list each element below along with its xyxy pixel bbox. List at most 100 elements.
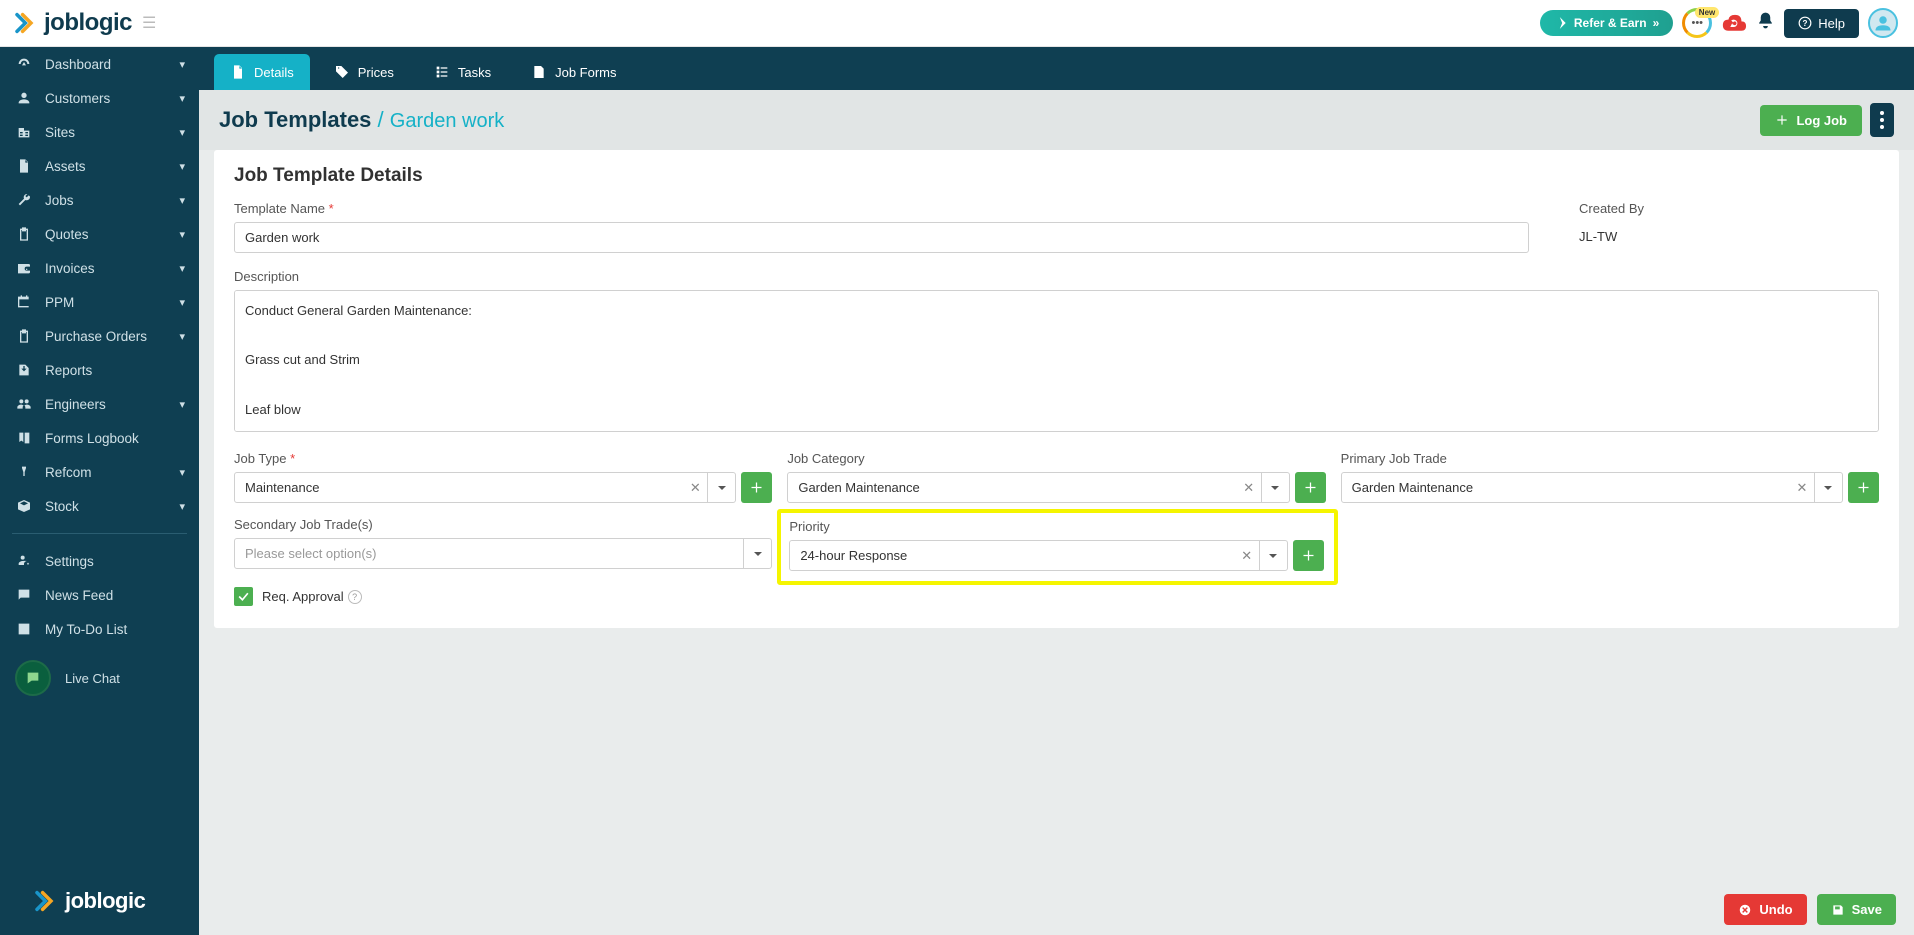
description-label: Description: [234, 269, 1879, 284]
calendar-icon: [15, 294, 33, 310]
sidebar-item-jobs[interactable]: Jobs▾: [0, 183, 199, 217]
plus-icon: [1775, 113, 1789, 127]
box-icon: [15, 498, 33, 514]
wallet-icon: [15, 260, 33, 276]
secondary-trade-dropdown-icon[interactable]: [743, 539, 771, 568]
sidebar-item-stock[interactable]: Stock▾: [0, 489, 199, 523]
primary-trade-add-button[interactable]: [1848, 472, 1879, 503]
save-icon: [1831, 903, 1845, 917]
sidebar-item-ppm[interactable]: PPM▾: [0, 285, 199, 319]
chevron-right-icon: »: [1653, 16, 1660, 30]
secondary-trade-input[interactable]: [235, 539, 743, 568]
news-icon[interactable]: ••• New: [1682, 8, 1712, 38]
primary-trade-dropdown-icon[interactable]: [1814, 473, 1842, 502]
tab-details[interactable]: Details: [214, 54, 310, 90]
nav-label: Forms Logbook: [45, 431, 139, 446]
export-icon: [15, 362, 33, 378]
job-category-input[interactable]: [788, 473, 1236, 502]
job-type-clear-icon[interactable]: ✕: [683, 473, 707, 502]
job-category-clear-icon[interactable]: ✕: [1237, 473, 1261, 502]
sidebar-item-customers[interactable]: Customers▾: [0, 81, 199, 115]
chevron-down-icon: ▾: [179, 398, 185, 411]
sidebar-item-dashboard[interactable]: Dashboard▾: [0, 47, 199, 81]
tab-job-forms[interactable]: Job Forms: [515, 54, 632, 90]
sync-icon[interactable]: [1721, 13, 1747, 33]
job-type-input[interactable]: [235, 473, 683, 502]
undo-label: Undo: [1759, 902, 1792, 917]
chevron-down-icon: ▾: [179, 92, 185, 105]
sidebar: Dashboard▾Customers▾Sites▾Assets▾Jobs▾Qu…: [0, 47, 199, 935]
priority-dropdown-icon[interactable]: [1259, 541, 1287, 570]
sidebar-item-reports[interactable]: Reports: [0, 353, 199, 387]
refer-label: Refer & Earn: [1574, 16, 1647, 30]
chevron-down-icon: ▾: [179, 58, 185, 71]
sidebar-item-news-feed[interactable]: News Feed: [0, 578, 199, 612]
nav-label: Quotes: [45, 227, 89, 242]
logo-mark-icon: [10, 9, 38, 37]
primary-trade-input[interactable]: [1342, 473, 1790, 502]
chevron-down-icon: ▾: [179, 500, 185, 513]
sidebar-item-quotes[interactable]: Quotes▾: [0, 217, 199, 251]
sidebar-item-assets[interactable]: Assets▾: [0, 149, 199, 183]
priority-input[interactable]: [790, 541, 1234, 570]
priority-clear-icon[interactable]: ✕: [1235, 541, 1259, 570]
undo-button[interactable]: Undo: [1724, 894, 1806, 925]
chevron-down-icon: ▾: [179, 296, 185, 309]
chevron-down-icon: ▾: [179, 262, 185, 275]
description-input[interactable]: [234, 290, 1879, 432]
job-category-add-button[interactable]: [1295, 472, 1326, 503]
template-name-input[interactable]: [234, 222, 1529, 253]
sidebar-item-settings[interactable]: Settings: [0, 544, 199, 578]
more-actions-button[interactable]: [1870, 103, 1894, 137]
clipboard-icon: [15, 328, 33, 344]
book-icon: [15, 430, 33, 446]
wrench-icon: [15, 192, 33, 208]
priority-label: Priority: [789, 519, 1323, 534]
nav-label: News Feed: [45, 588, 113, 603]
refer-icon: [1554, 16, 1568, 30]
doc-icon: [15, 158, 33, 174]
log-job-button[interactable]: Log Job: [1760, 105, 1862, 136]
sidebar-item-refcom[interactable]: Refcom▾: [0, 455, 199, 489]
nav-label: My To-Do List: [45, 622, 127, 637]
tabs-bar: Details Prices Tasks Job Forms: [199, 47, 1914, 90]
sidebar-item-forms-logbook[interactable]: Forms Logbook: [0, 421, 199, 455]
tab-label: Tasks: [458, 65, 491, 80]
sidebar-item-sites[interactable]: Sites▾: [0, 115, 199, 149]
form-icon: [531, 64, 547, 80]
help-button[interactable]: ? Help: [1784, 9, 1859, 38]
tab-label: Prices: [358, 65, 394, 80]
nav-label: Engineers: [45, 397, 106, 412]
menu-toggle-icon[interactable]: ☰: [142, 13, 156, 33]
help-label: Help: [1818, 16, 1845, 31]
nav-label: Sites: [45, 125, 75, 140]
sidebar-item-engineers[interactable]: Engineers ▾: [0, 387, 199, 421]
sidebar-item-invoices[interactable]: Invoices▾: [0, 251, 199, 285]
primary-trade-clear-icon[interactable]: ✕: [1790, 473, 1814, 502]
checklist-icon: [15, 621, 33, 637]
user-avatar[interactable]: [1868, 8, 1898, 38]
priority-add-button[interactable]: [1293, 540, 1324, 571]
chevron-down-icon: ▾: [179, 330, 185, 343]
footer-actions: Undo Save: [1724, 894, 1896, 925]
sidebar-item-my-to-do-list[interactable]: My To-Do List: [0, 612, 199, 646]
job-type-add-button[interactable]: [741, 472, 772, 503]
breadcrumb-root[interactable]: Job Templates: [219, 107, 371, 132]
save-button[interactable]: Save: [1817, 894, 1896, 925]
live-chat-button[interactable]: Live Chat: [0, 646, 199, 710]
details-card: Job Template Details Template Name * Cre…: [214, 150, 1899, 628]
sidebar-item-purchase-orders[interactable]: Purchase Orders▾: [0, 319, 199, 353]
notifications-icon[interactable]: [1756, 11, 1775, 36]
tab-prices[interactable]: Prices: [318, 54, 410, 90]
job-category-dropdown-icon[interactable]: [1261, 473, 1289, 502]
job-type-dropdown-icon[interactable]: [707, 473, 735, 502]
breadcrumb: Job Templates / Garden work: [219, 107, 504, 133]
tab-tasks[interactable]: Tasks: [418, 54, 507, 90]
app-logo[interactable]: joblogic: [10, 9, 132, 37]
info-icon[interactable]: ?: [348, 590, 362, 604]
main-content: Details Prices Tasks Job Forms Job Template…: [199, 47, 1914, 935]
chat-icon: [15, 660, 51, 696]
req-approval-checkbox[interactable]: [234, 587, 253, 606]
tasks-icon: [434, 64, 450, 80]
refer-earn-button[interactable]: Refer & Earn »: [1540, 10, 1673, 36]
